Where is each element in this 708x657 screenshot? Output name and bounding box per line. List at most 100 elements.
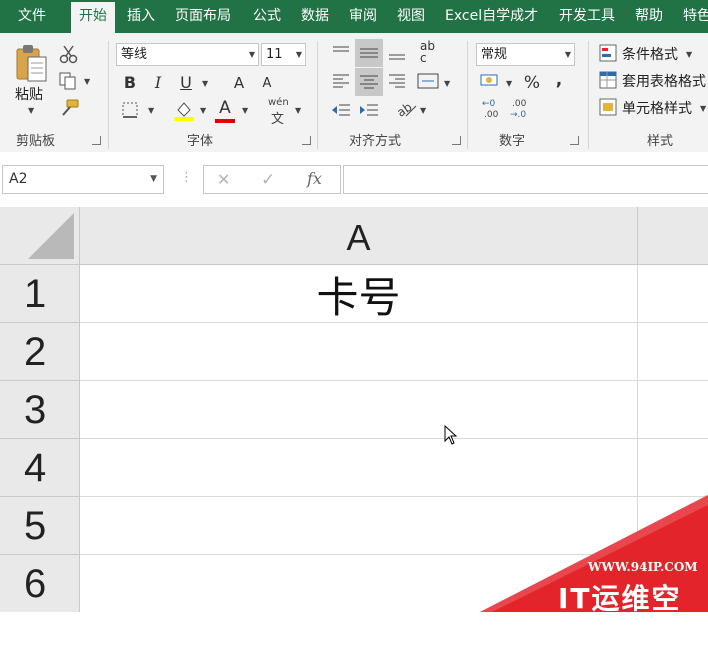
- insert-function-icon[interactable]: fx: [307, 169, 322, 188]
- conditional-format-button[interactable]: 条件格式: [622, 44, 678, 64]
- conditional-dropdown-icon[interactable]: ▼: [686, 50, 692, 59]
- number-launcher-icon[interactable]: [570, 136, 579, 145]
- row-header-2[interactable]: 2: [0, 323, 80, 381]
- font-group-label: 字体: [187, 134, 214, 149]
- gridline: [80, 438, 708, 439]
- formula-input[interactable]: [343, 165, 708, 194]
- format-as-table-button[interactable]: 套用表格格式: [622, 71, 706, 91]
- accounting-dropdown-icon[interactable]: ▼: [506, 79, 512, 88]
- more-options-icon[interactable]: ⋮: [180, 170, 193, 185]
- group-divider: [588, 41, 589, 149]
- font-name-combo[interactable]: 等线 ▼: [116, 43, 259, 66]
- ribbon: 粘贴 ▼ ▼ 剪贴板 等线 ▼ 11 ▼ B I U ▼ A A ▼ ▼ A ▼: [0, 33, 708, 153]
- decrease-indent-icon[interactable]: [330, 100, 352, 120]
- border-icon[interactable]: [120, 100, 140, 120]
- cell-styles-button[interactable]: 单元格样式: [622, 98, 692, 118]
- underline-button[interactable]: U: [177, 72, 195, 94]
- cell-a2[interactable]: [80, 323, 637, 380]
- number-group-label: 数字: [499, 134, 526, 149]
- tab-review[interactable]: 审阅: [349, 0, 377, 33]
- font-size-combo[interactable]: 11 ▼: [261, 43, 306, 66]
- enter-icon[interactable]: ✓: [261, 170, 275, 190]
- tab-developer[interactable]: 开发工具: [559, 0, 615, 33]
- tab-home[interactable]: 开始: [71, 2, 115, 33]
- name-box[interactable]: A2 ▼: [2, 165, 164, 194]
- align-left-icon[interactable]: [330, 71, 352, 91]
- shrink-font-button[interactable]: A: [258, 73, 276, 95]
- border-dropdown-icon[interactable]: ▼: [148, 106, 154, 115]
- cell-a1[interactable]: 卡号: [80, 265, 637, 322]
- group-divider: [317, 41, 318, 149]
- format-painter-icon[interactable]: [58, 98, 80, 118]
- comma-style-button[interactable]: ,: [552, 69, 566, 91]
- chevron-down-icon: ▼: [564, 50, 571, 59]
- row-header-3[interactable]: 3: [0, 381, 80, 439]
- row-header-4[interactable]: 4: [0, 439, 80, 497]
- align-center-button[interactable]: [355, 68, 383, 96]
- fill-color-dropdown-icon[interactable]: ▼: [200, 106, 206, 115]
- clipboard-launcher-icon[interactable]: [92, 136, 101, 145]
- wrap-text-bottom[interactable]: c: [420, 51, 427, 65]
- font-color-dropdown-icon[interactable]: ▼: [242, 106, 248, 115]
- row-header-1[interactable]: 1: [0, 265, 80, 323]
- accounting-format-icon[interactable]: [478, 71, 502, 91]
- italic-button[interactable]: I: [149, 72, 167, 94]
- phonetic-dropdown-icon[interactable]: ▼: [295, 106, 301, 115]
- cut-icon[interactable]: [58, 43, 80, 65]
- font-color-button[interactable]: A: [215, 97, 235, 119]
- align-middle-button[interactable]: [355, 39, 383, 67]
- align-top-icon[interactable]: [330, 42, 352, 62]
- watermark-url: WWW.94IP.COM: [588, 560, 698, 574]
- font-launcher-icon[interactable]: [302, 136, 311, 145]
- bold-button[interactable]: B: [121, 72, 139, 94]
- paste-label[interactable]: 粘贴: [15, 84, 43, 104]
- column-header-a[interactable]: A: [80, 207, 638, 265]
- merge-center-icon[interactable]: [416, 71, 440, 91]
- alignment-launcher-icon[interactable]: [452, 136, 461, 145]
- select-all-button[interactable]: [0, 207, 80, 265]
- clipboard-group-label: 剪贴板: [16, 134, 56, 149]
- tab-view[interactable]: 视图: [397, 0, 425, 33]
- phonetic-top[interactable]: wén: [268, 97, 289, 108]
- row-header-6[interactable]: 6: [0, 555, 80, 612]
- decrease-decimal-bottom[interactable]: →.0: [510, 110, 526, 120]
- increase-decimal-bottom[interactable]: .00: [484, 110, 498, 120]
- tab-excel-self-study[interactable]: Excel自学成才: [445, 0, 538, 33]
- orientation-icon[interactable]: ab: [394, 98, 418, 120]
- tab-insert[interactable]: 插入: [127, 0, 155, 33]
- cell-styles-dropdown-icon[interactable]: ▼: [700, 104, 706, 113]
- tab-page-layout[interactable]: 页面布局: [175, 0, 231, 33]
- tab-data[interactable]: 数据: [301, 0, 329, 33]
- align-right-icon[interactable]: [386, 71, 408, 91]
- cell-styles-icon[interactable]: [598, 97, 618, 117]
- paste-button[interactable]: [12, 43, 50, 89]
- column-header-b[interactable]: [638, 207, 708, 265]
- paste-dropdown-icon[interactable]: ▼: [28, 106, 34, 115]
- align-bottom-icon[interactable]: [386, 42, 408, 64]
- phonetic-bottom[interactable]: 文: [271, 108, 284, 127]
- number-format-combo[interactable]: 常规 ▼: [476, 43, 575, 66]
- orientation-dropdown-icon[interactable]: ▼: [420, 106, 426, 115]
- increase-indent-icon[interactable]: [358, 100, 380, 120]
- font-size-value: 11: [266, 47, 283, 62]
- grow-font-button[interactable]: A: [230, 72, 248, 94]
- merge-dropdown-icon[interactable]: ▼: [444, 79, 450, 88]
- tab-help[interactable]: 帮助: [635, 0, 663, 33]
- percent-button[interactable]: %: [522, 72, 542, 94]
- row-header-5[interactable]: 5: [0, 497, 80, 555]
- underline-dropdown-icon[interactable]: ▼: [202, 79, 208, 88]
- alignment-group-label: 对齐方式: [349, 134, 402, 149]
- tab-formulas[interactable]: 公式: [253, 0, 281, 33]
- tab-special[interactable]: 特色: [683, 0, 708, 33]
- tab-file[interactable]: 文件: [18, 0, 46, 33]
- copy-dropdown-icon[interactable]: ▼: [84, 77, 90, 86]
- cancel-icon[interactable]: ✕: [217, 170, 230, 189]
- group-divider: [467, 41, 468, 149]
- increase-decimal-top[interactable]: ←0: [482, 99, 495, 109]
- decrease-decimal-top[interactable]: .00: [512, 99, 526, 109]
- conditional-format-icon[interactable]: [598, 43, 618, 63]
- fill-color-icon[interactable]: [172, 98, 196, 122]
- watermark-text: IT运维空间: [558, 582, 682, 655]
- format-as-table-icon[interactable]: [598, 70, 618, 90]
- copy-icon[interactable]: [58, 71, 80, 91]
